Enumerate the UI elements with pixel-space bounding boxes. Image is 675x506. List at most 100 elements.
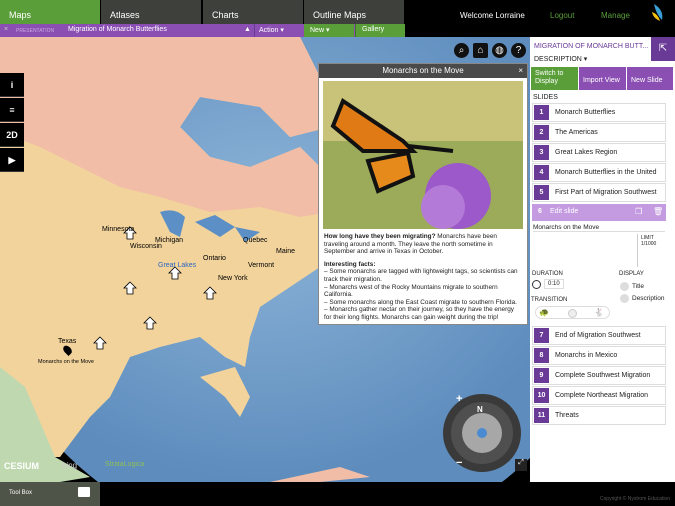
- map-label-ontario: Ontario: [203, 255, 226, 262]
- slide-item[interactable]: 11 Threats: [532, 406, 666, 425]
- close-presentation-button[interactable]: ×: [4, 26, 8, 33]
- slide-title: Monarch Butterflies in the United: [555, 169, 657, 176]
- description-toggle[interactable]: DESCRIPTION ▾: [534, 55, 587, 63]
- fact-item: – Some monarchs are tagged with lightwei…: [324, 268, 518, 283]
- slide-number: 9: [534, 368, 549, 383]
- pan-center[interactable]: [477, 428, 487, 438]
- tab-outline-maps[interactable]: Outline Maps: [304, 0, 404, 24]
- tour-button[interactable]: ▶: [0, 148, 24, 172]
- duplicate-icon[interactable]: ❐: [635, 207, 642, 216]
- transition-label: TRANSITION: [531, 297, 568, 303]
- footer: Tool Box Copyright © Nystrom Education: [0, 482, 675, 506]
- slide-number: 4: [534, 165, 549, 180]
- new-menu[interactable]: New ▾: [304, 24, 354, 37]
- map-label-vermont: Vermont: [248, 262, 275, 269]
- slide-number: 5: [534, 185, 549, 200]
- zoom-out-button[interactable]: −: [456, 457, 462, 469]
- toolbox-icon: [78, 487, 90, 497]
- facts-title: Interesting facts:: [324, 260, 376, 268]
- display-title-label: Title: [632, 283, 645, 290]
- slide-title: First Part of Migration Southwest: [555, 189, 657, 196]
- presentation-title: Migration of Monarch Butterflies: [68, 26, 167, 33]
- switch-to-display-button[interactable]: Switch to Display: [531, 67, 578, 90]
- map-label-quebec: Quebec: [243, 237, 268, 244]
- cesium-logo[interactable]: CESIUM: [4, 461, 39, 471]
- slide-item[interactable]: 4 Monarch Butterflies in the United: [532, 163, 666, 182]
- info-button[interactable]: i: [0, 73, 24, 97]
- slide-number: 7: [534, 328, 549, 343]
- slide-item[interactable]: 7 End of Migration Southwest: [532, 326, 666, 345]
- fact-item: – Monarchs gather nectar on their journe…: [324, 306, 514, 321]
- copyright-text: Copyright © Nystrom Education: [599, 496, 670, 502]
- action-menu[interactable]: Action ▾: [259, 26, 284, 34]
- 2d-toggle-button[interactable]: 2D: [0, 123, 24, 147]
- slide-item[interactable]: 1 Monarch Butterflies: [532, 103, 666, 122]
- trash-icon[interactable]: 🗑: [653, 207, 663, 216]
- warning-icon[interactable]: ▲: [244, 26, 251, 33]
- slide-title: End of Migration Southwest: [555, 332, 641, 339]
- fact-item: – Monarchs west of the Rocky Mountains m…: [324, 283, 498, 299]
- slide-title: Great Lakes Region: [555, 149, 618, 156]
- manage-link[interactable]: Manage: [601, 11, 630, 20]
- turtle-icon: 🐢: [539, 308, 549, 317]
- edit-slide-row[interactable]: 6 Edit slide ❐ 🗑: [532, 204, 666, 221]
- tab-maps[interactable]: Maps: [0, 0, 100, 24]
- new-slide-button[interactable]: New Slide: [627, 67, 673, 90]
- slide-item[interactable]: 10 Complete Northeast Migration: [532, 386, 666, 405]
- limit-value: 1/1000: [641, 241, 657, 247]
- stratalogica-logo: StrataLogica: [105, 461, 145, 468]
- tab-atlases[interactable]: Atlases: [101, 0, 201, 24]
- search-icon[interactable]: ⌕: [454, 43, 469, 58]
- duration-input[interactable]: 0:10: [544, 279, 564, 289]
- presentation-label: PRESENTATION: [16, 28, 55, 34]
- slides-label: SLIDES: [533, 94, 558, 101]
- edit-slide-label: Edit slide: [550, 208, 579, 215]
- slide-item[interactable]: 8 Monarchs in Mexico: [532, 346, 666, 365]
- globe-icon[interactable]: ◍: [492, 43, 507, 58]
- map-label-wisconsin: Wisconsin: [130, 243, 162, 250]
- map-pin-label[interactable]: Monarchs on the Move: [38, 359, 94, 365]
- tab-charts[interactable]: Charts: [203, 0, 303, 24]
- slide-number: 1: [534, 105, 549, 120]
- popup-window: Monarchs on the Move × How long have they…: [318, 63, 528, 325]
- gallery-button[interactable]: Gallery: [355, 24, 405, 37]
- slide-number: 3: [534, 145, 549, 160]
- layers-button[interactable]: ≡: [0, 98, 24, 122]
- rabbit-icon: 🐇: [594, 308, 604, 317]
- slide-title: Monarch Butterflies: [555, 109, 616, 116]
- welcome-text: Welcome Lorraine: [460, 11, 525, 20]
- home-icon[interactable]: ⌂: [473, 43, 488, 58]
- app-logo: [652, 4, 663, 21]
- zoom-in-button[interactable]: +: [456, 393, 462, 405]
- panel-title: MIGRATION OF MONARCH BUTT...: [534, 43, 649, 50]
- map-label-great-lakes: Great Lakes: [158, 262, 197, 269]
- help-icon[interactable]: ?: [511, 43, 526, 58]
- map-label-new-york: New York: [218, 275, 248, 282]
- map-label-texas: Texas: [58, 338, 77, 345]
- popup-title: Monarchs on the Move: [382, 66, 464, 75]
- fullscreen-icon[interactable]: ⤢: [515, 459, 527, 471]
- presentation-panel: MIGRATION OF MONARCH BUTT... DESCRIPTION…: [530, 37, 675, 482]
- popup-close-button[interactable]: ×: [518, 64, 523, 78]
- bing-logo[interactable]: bing: [62, 461, 77, 470]
- display-description-radio[interactable]: [620, 294, 629, 303]
- slide-item[interactable]: 3 Great Lakes Region: [532, 143, 666, 162]
- toolbox-button[interactable]: Tool Box: [0, 482, 100, 506]
- slider-thumb[interactable]: [568, 309, 577, 318]
- compass-north[interactable]: N: [477, 405, 483, 414]
- slide-title-input[interactable]: Monarchs on the Move: [533, 224, 665, 232]
- slide-title: Complete Northeast Migration: [555, 392, 648, 399]
- slide-item[interactable]: 2 The Americas: [532, 123, 666, 142]
- duration-label: DURATION: [532, 271, 563, 277]
- import-view-button[interactable]: Import View: [579, 67, 626, 90]
- slide-number: 8: [534, 348, 549, 363]
- collapse-panel-icon[interactable]: ⇱: [651, 37, 675, 61]
- display-title-radio[interactable]: [620, 282, 629, 291]
- slide-item[interactable]: 9 Complete Southwest Migration: [532, 366, 666, 385]
- transition-slider[interactable]: 🐢 🐇: [535, 306, 610, 319]
- logout-link[interactable]: Logout: [550, 11, 574, 20]
- slide-description-textarea[interactable]: [533, 234, 638, 267]
- map-label-michigan: Michigan: [155, 237, 184, 244]
- slide-item[interactable]: 5 First Part of Migration Southwest: [532, 183, 666, 202]
- map-label-minnesota: Minnesota: [102, 226, 135, 233]
